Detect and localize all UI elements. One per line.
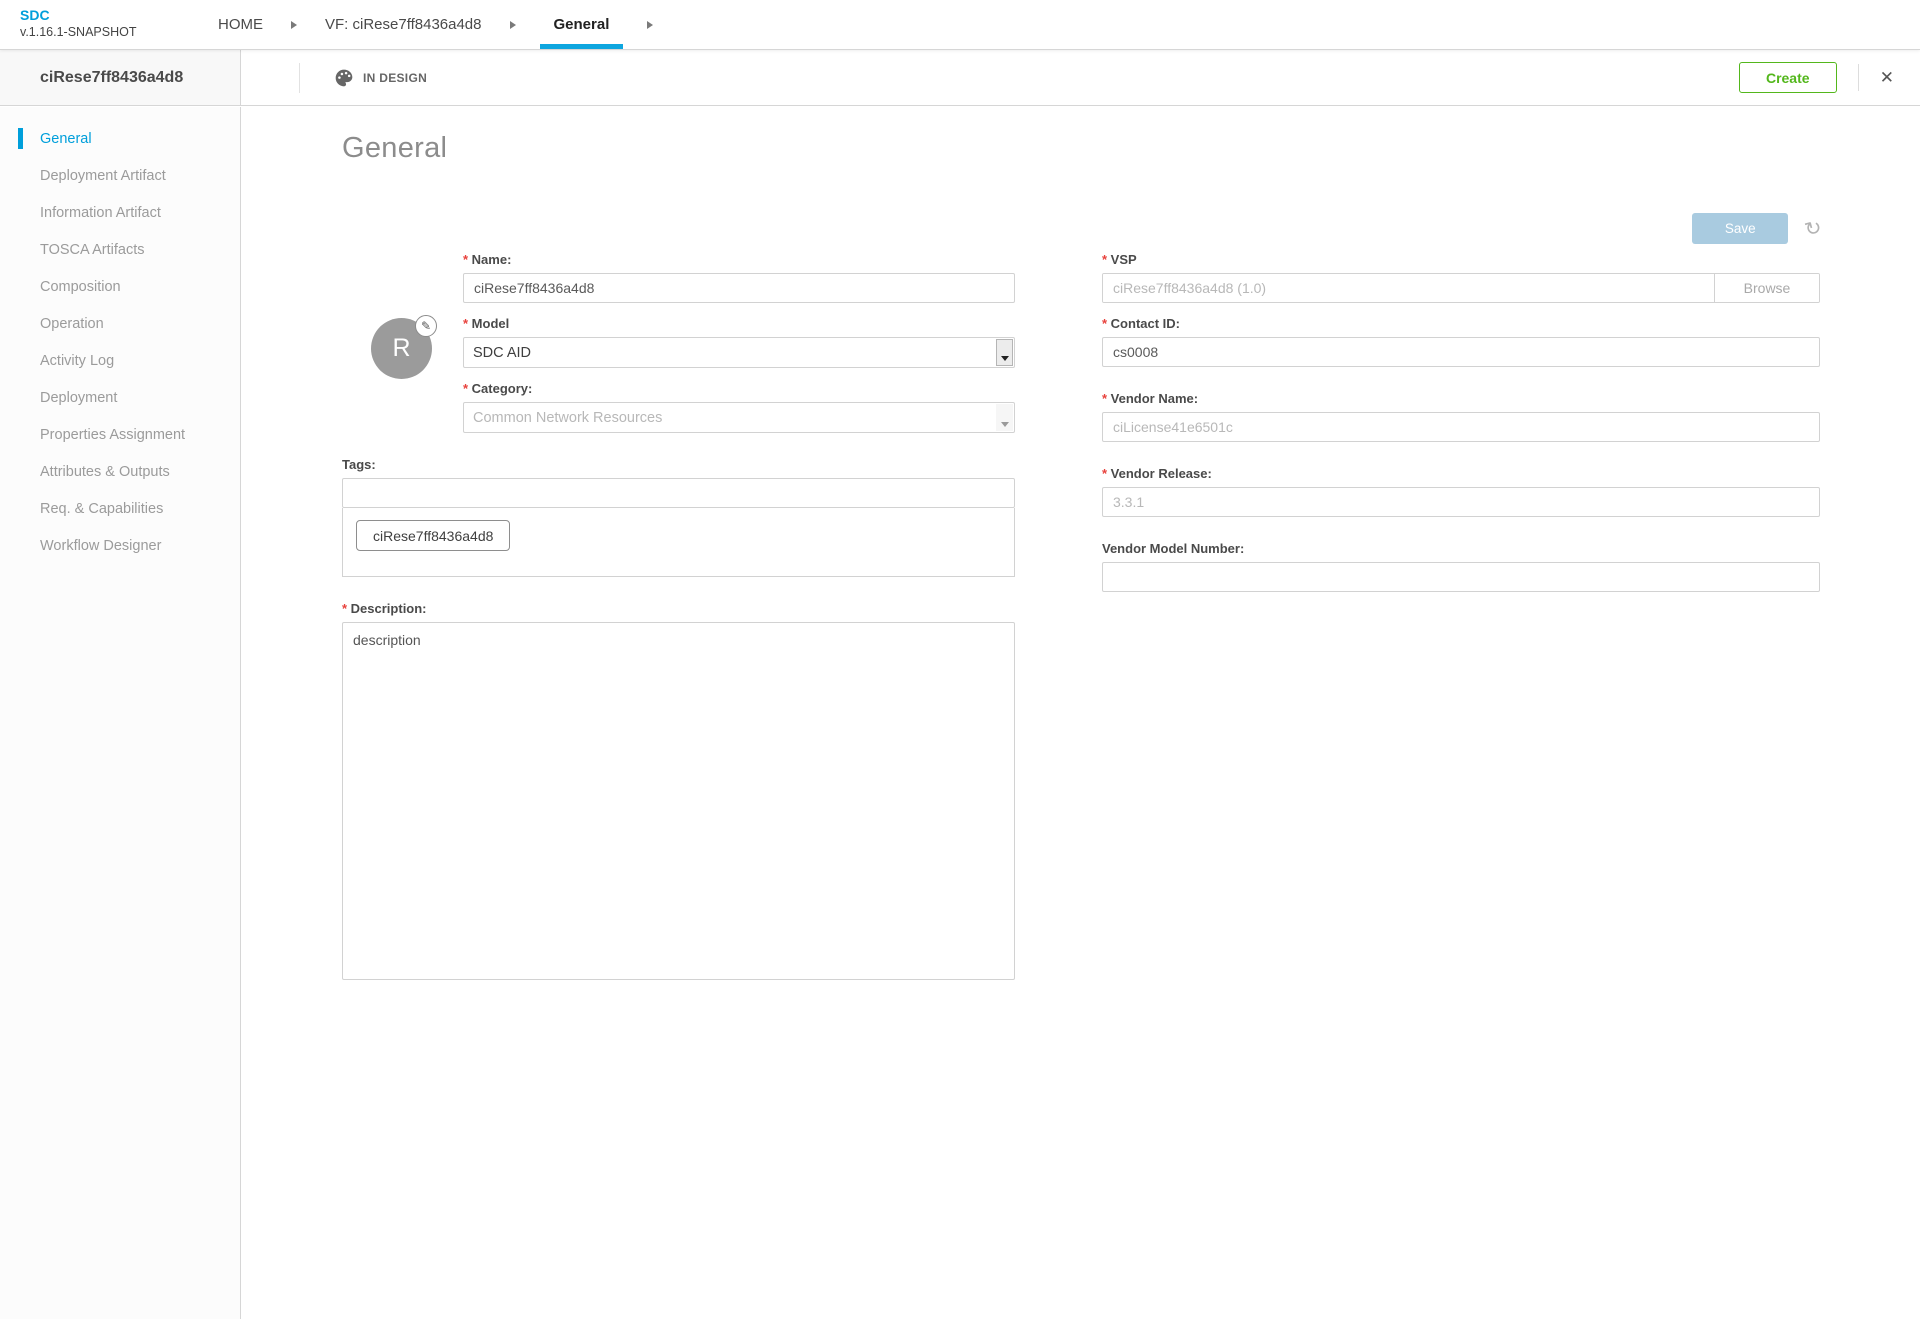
sidebar-item-deployment-artifact[interactable]: Deployment Artifact <box>0 157 240 194</box>
vsp-input[interactable] <box>1103 274 1714 302</box>
vendor-model-number-field-group: Vendor Model Number: <box>1102 541 1820 592</box>
lifecycle-state-label: IN DESIGN <box>363 71 427 85</box>
sidebar-item-information-artifact[interactable]: Information Artifact <box>0 194 240 231</box>
sdc-version: v.1.16.1-SNAPSHOT <box>20 25 136 41</box>
model-selected-value: SDC AID <box>473 345 531 361</box>
avatar-edit-icon[interactable]: ✎ <box>415 315 437 337</box>
save-button[interactable]: Save <box>1692 213 1788 244</box>
vendor-name-field-group: Vendor Name: <box>1102 391 1820 442</box>
name-label: Name: <box>463 252 1015 267</box>
page-title: General <box>342 132 447 165</box>
entity-name: ciRese7ff8436a4d8 <box>40 69 183 87</box>
model-field-group: Model SDC AID <box>463 316 1015 368</box>
breadcrumb-arrow-icon <box>647 0 653 49</box>
main-content: General Save ↻ R ✎ Name: Model <box>242 107 1920 1319</box>
sidebar-item-deployment[interactable]: Deployment <box>0 379 240 416</box>
chevron-down-icon <box>996 339 1013 366</box>
description-label: Description: <box>342 601 1015 616</box>
divider <box>1858 64 1859 91</box>
sidebar-item-req-capabilities[interactable]: Req. & Capabilities <box>0 490 240 527</box>
sidebar-item-workflow-designer[interactable]: Workflow Designer <box>0 527 240 564</box>
sidebar-item-operation[interactable]: Operation <box>0 305 240 342</box>
breadcrumb-general-active[interactable]: General <box>540 0 624 49</box>
top-nav-bar: SDC v.1.16.1-SNAPSHOT HOME VF: ciRese7ff… <box>0 0 1920 50</box>
form-left-column: R ✎ Name: Model SDC AID <box>342 252 1015 998</box>
description-textarea[interactable] <box>342 622 1015 980</box>
vendor-release-field-group: Vendor Release: <box>1102 466 1820 517</box>
vsp-label: VSP <box>1102 252 1820 267</box>
sidebar-item-properties-assignment[interactable]: Properties Assignment <box>0 416 240 453</box>
divider <box>299 63 300 93</box>
close-icon[interactable]: ✕ <box>1880 68 1894 88</box>
vendor-model-number-label: Vendor Model Number: <box>1102 541 1820 556</box>
sdc-app: SDC v.1.16.1-SNAPSHOT HOME VF: ciRese7ff… <box>0 0 1920 1319</box>
tags-field-group: Tags: ciRese7ff8436a4d8 <box>342 457 1015 577</box>
contact-id-input[interactable] <box>1102 337 1820 367</box>
general-form: R ✎ Name: Model SDC AID <box>342 252 1820 998</box>
vendor-name-input[interactable] <box>1102 412 1820 442</box>
tags-chip-area: ciRese7ff8436a4d8 <box>342 508 1015 577</box>
name-field-group: Name: <box>463 252 1015 303</box>
form-right-column: VSP Browse Contact ID: Vendor Name: Vend… <box>1102 252 1820 998</box>
category-field-group: Category: Common Network Resources <box>463 381 1015 433</box>
sidebar-item-general[interactable]: General <box>0 120 240 157</box>
category-selected-value: Common Network Resources <box>473 410 662 426</box>
breadcrumb-home[interactable]: HOME <box>214 0 267 49</box>
refresh-icon[interactable]: ↻ <box>1803 217 1824 241</box>
sidebar-item-tosca-artifacts[interactable]: TOSCA Artifacts <box>0 231 240 268</box>
breadcrumb-arrow-icon <box>291 0 297 49</box>
tags-input[interactable] <box>342 478 1015 508</box>
breadcrumb: HOME VF: ciRese7ff8436a4d8 General <box>214 0 677 49</box>
create-button[interactable]: Create <box>1739 62 1837 93</box>
vendor-name-label: Vendor Name: <box>1102 391 1820 406</box>
save-row: Save ↻ <box>1692 213 1822 244</box>
chevron-down-icon <box>996 404 1013 431</box>
avatar: R ✎ <box>371 318 432 379</box>
vendor-model-number-input[interactable] <box>1102 562 1820 592</box>
sdc-logo-name: SDC <box>20 7 136 25</box>
name-input[interactable] <box>463 273 1015 303</box>
category-label: Category: <box>463 381 1015 396</box>
sidebar: General Deployment Artifact Information … <box>0 107 241 1319</box>
vendor-release-label: Vendor Release: <box>1102 466 1820 481</box>
breadcrumb-arrow-icon <box>510 0 516 49</box>
contact-id-field-group: Contact ID: <box>1102 316 1820 367</box>
sidebar-item-composition[interactable]: Composition <box>0 268 240 305</box>
contact-id-label: Contact ID: <box>1102 316 1820 331</box>
entity-header: ciRese7ff8436a4d8 IN DESIGN Create ✕ <box>0 50 1920 106</box>
model-label: Model <box>463 316 1015 331</box>
sdc-logo: SDC v.1.16.1-SNAPSHOT <box>20 7 136 40</box>
sidebar-item-attributes-outputs[interactable]: Attributes & Outputs <box>0 453 240 490</box>
vsp-field-group: VSP Browse <box>1102 252 1820 303</box>
entity-header-right: IN DESIGN Create ✕ <box>241 50 1920 105</box>
avatar-letter: R <box>392 334 410 363</box>
in-design-palette-icon <box>334 68 354 88</box>
tags-label: Tags: <box>342 457 1015 472</box>
vendor-release-input[interactable] <box>1102 487 1820 517</box>
breadcrumb-vf[interactable]: VF: ciRese7ff8436a4d8 <box>321 0 486 49</box>
model-select[interactable]: SDC AID <box>463 337 1015 368</box>
description-field-group: Description: <box>342 601 1015 985</box>
category-select[interactable]: Common Network Resources <box>463 402 1015 433</box>
sidebar-item-activity-log[interactable]: Activity Log <box>0 342 240 379</box>
browse-button[interactable]: Browse <box>1714 274 1819 302</box>
entity-name-panel: ciRese7ff8436a4d8 <box>0 50 241 105</box>
tag-chip[interactable]: ciRese7ff8436a4d8 <box>356 520 510 551</box>
